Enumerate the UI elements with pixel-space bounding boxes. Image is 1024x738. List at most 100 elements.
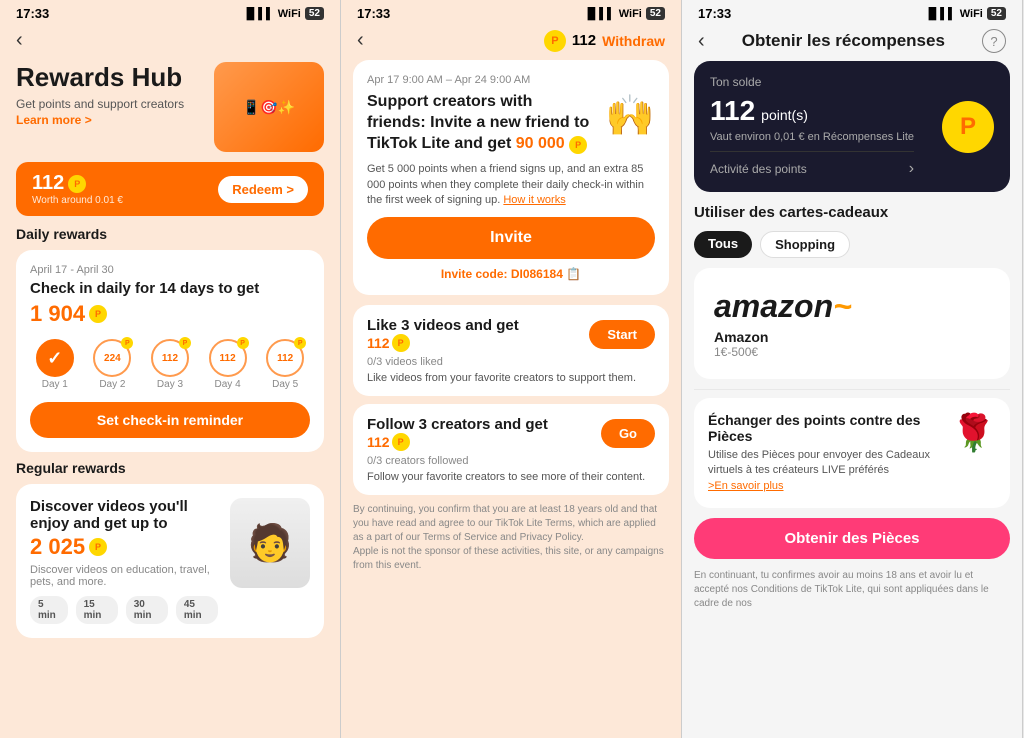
activity-row[interactable]: Activité des points › xyxy=(710,151,914,178)
rewards-hub-title: Rewards Hub xyxy=(16,62,184,93)
follow-title: Follow 3 creators and get xyxy=(367,416,548,433)
p3-page-title: Obtenir les récompenses xyxy=(742,31,945,51)
coin-badge-4: P xyxy=(237,337,249,349)
balance-info: Ton solde 112 point(s) Vaut environ 0,01… xyxy=(710,75,914,178)
pieces-card: Échanger des points contre des Pièces Ut… xyxy=(694,398,1010,508)
follow-header-row: Follow 3 creators and get 112 P Go xyxy=(367,416,655,451)
points-value: 112 P xyxy=(32,172,123,195)
balance-unit: point(s) xyxy=(761,107,808,123)
status-bar-2: 17:33 ▐▌▌▌ WiFi 52 xyxy=(341,0,681,25)
pieces-rose-icon: 🌹 xyxy=(951,412,996,454)
copy-icon[interactable]: 📋 xyxy=(566,267,581,281)
filter-all[interactable]: Tous xyxy=(694,231,752,258)
day-circle-2: 224 P xyxy=(93,339,131,377)
header-points-value: 112 xyxy=(572,32,596,49)
promo-coin: P xyxy=(569,136,587,154)
legal-text-2: By continuing, you confirm that you are … xyxy=(353,503,669,573)
balance-coin-icon: P xyxy=(942,101,994,153)
follow-title-group: Follow 3 creators and get 112 P xyxy=(367,416,548,451)
balance-label: Ton solde xyxy=(710,75,914,89)
signal-icon-3: ▐▌▌▌ xyxy=(925,8,956,20)
panel-tasks: 17:33 ▐▌▌▌ WiFi 52 ‹ P 112 Withdraw Apr … xyxy=(341,0,682,738)
help-button[interactable]: ? xyxy=(982,29,1006,53)
signal-icon-2: ▐▌▌▌ xyxy=(584,8,615,20)
pieces-learn-more[interactable]: >En savoir plus xyxy=(708,480,784,492)
amazon-range: 1€-500€ xyxy=(714,345,758,359)
invite-button[interactable]: Invite xyxy=(367,217,655,259)
regular-section-title: Regular rewards xyxy=(16,460,324,476)
day-circle-3: 112 P xyxy=(151,339,189,377)
amazon-card[interactable]: amazon~ Amazon 1€-500€ xyxy=(694,268,1010,379)
day-row: ✓ Day 1 224 P Day 2 112 P Day 3 112 xyxy=(30,339,310,390)
filter-row: Tous Shopping xyxy=(694,231,1010,258)
p2-header: ‹ P 112 Withdraw xyxy=(341,25,681,60)
day-item-3: 112 P Day 3 xyxy=(145,339,195,390)
regular-text: Discover videos you'll enjoy and get up … xyxy=(30,498,218,624)
back-button-3[interactable]: ‹ xyxy=(698,30,705,53)
use-cards-title: Utiliser des cartes-cadeaux xyxy=(694,204,1010,221)
points-coin-daily: P xyxy=(89,305,107,323)
follow-go-button[interactable]: Go xyxy=(601,419,655,448)
regular-card-section: Discover videos you'll enjoy and get up … xyxy=(0,484,340,638)
learn-more-link[interactable]: Learn more > xyxy=(16,113,92,127)
divider-1 xyxy=(694,389,1010,390)
status-bar-3: 17:33 ▐▌▌▌ WiFi 52 xyxy=(682,0,1022,25)
time-1: 17:33 xyxy=(16,6,49,21)
coin-icon: P xyxy=(68,175,86,193)
back-button-2[interactable]: ‹ xyxy=(357,29,364,52)
follow-desc: Follow your favorite creators to see mor… xyxy=(367,471,655,483)
follow-creators-card: Follow 3 creators and get 112 P Go 0/3 c… xyxy=(353,404,669,495)
p3-header: ‹ Obtenir les récompenses ? xyxy=(682,25,1022,61)
points-info: 112 P Worth around 0.01 € xyxy=(32,172,123,206)
follow-coin: P xyxy=(392,433,410,451)
daily-section-title: Daily rewards xyxy=(16,226,324,242)
like-header-row: Like 3 videos and get 112 P Start xyxy=(367,317,655,352)
points-banner: 112 P Worth around 0.01 € Redeem > xyxy=(16,162,324,216)
regular-heading: Discover videos you'll enjoy and get up … xyxy=(30,498,218,532)
like-title-group: Like 3 videos and get 112 P xyxy=(367,317,519,352)
battery-icon: 52 xyxy=(305,7,324,20)
rewards-hub-subtitle: Get points and support creators xyxy=(16,97,184,111)
p2-points-badge: P 112 Withdraw xyxy=(544,30,665,52)
regular-points: 2 025 P xyxy=(30,534,218,560)
filter-shopping[interactable]: Shopping xyxy=(760,231,850,258)
pieces-desc: Utilise des Pièces pour envoyer des Cade… xyxy=(708,448,941,494)
coin-badge-5: P xyxy=(294,337,306,349)
daily-points: 1 904 P xyxy=(30,301,310,327)
invite-card: Apr 17 9:00 AM – Apr 24 9:00 AM Support … xyxy=(353,60,669,295)
obtenir-pieces-button[interactable]: Obtenir des Pièces xyxy=(694,518,1010,559)
day-circle-5: 112 P xyxy=(266,339,304,377)
points-worth: Worth around 0.01 € xyxy=(32,195,123,206)
regular-video-thumbnail: 🧑 xyxy=(230,498,310,588)
battery-icon-2: 52 xyxy=(646,7,665,20)
panel-rewards-hub: 17:33 ▐▌▌▌ WiFi 52 ‹ Rewards Hub Get poi… xyxy=(0,0,341,738)
header-coin-icon: P xyxy=(544,30,566,52)
day-label-1: Day 1 xyxy=(42,379,68,390)
back-button-1[interactable]: ‹ xyxy=(16,29,23,51)
promo-date: Apr 17 9:00 AM – Apr 24 9:00 AM xyxy=(367,74,655,86)
like-videos-card: Like 3 videos and get 112 P Start 0/3 vi… xyxy=(353,305,669,396)
reminder-button[interactable]: Set check-in reminder xyxy=(30,402,310,438)
activity-arrow-icon: › xyxy=(909,160,914,178)
like-progress: 0/3 videos liked xyxy=(367,356,655,368)
time-2: 17:33 xyxy=(357,6,390,21)
day-circle-1: ✓ xyxy=(36,339,74,377)
withdraw-button[interactable]: Withdraw xyxy=(602,33,665,49)
redeem-button[interactable]: Redeem > xyxy=(218,176,308,203)
promo-illustration: 🙌 xyxy=(605,92,655,139)
regular-coin: P xyxy=(89,538,107,556)
day-circle-4: 112 P xyxy=(209,339,247,377)
how-it-works-link[interactable]: How it works xyxy=(503,194,565,206)
day-item-1: ✓ Day 1 xyxy=(30,339,80,390)
day-item-5: 112 P Day 5 xyxy=(260,339,310,390)
time-30: 30 min xyxy=(126,596,168,624)
time-5: 5 min xyxy=(30,596,68,624)
like-coin: P xyxy=(392,334,410,352)
like-title: Like 3 videos and get xyxy=(367,317,519,334)
day-label-5: Day 5 xyxy=(272,379,298,390)
like-start-button[interactable]: Start xyxy=(589,320,655,349)
day-item-2: 224 P Day 2 xyxy=(88,339,138,390)
day-item-4: 112 P Day 4 xyxy=(203,339,253,390)
invite-code: Invite code: DI086184 📋 xyxy=(367,267,655,281)
time-3: 17:33 xyxy=(698,6,731,21)
